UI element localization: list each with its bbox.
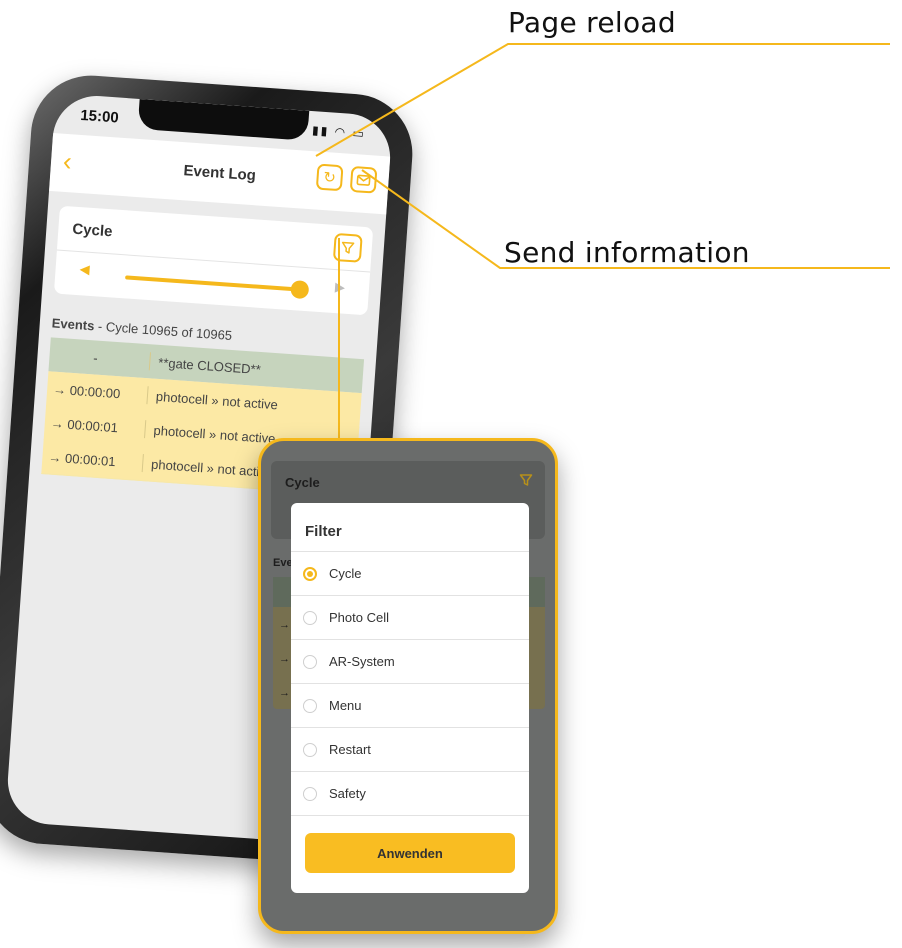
filter-option-label: Cycle (329, 566, 362, 581)
apply-button[interactable]: Anwenden (305, 833, 515, 873)
radio-icon[interactable] (303, 786, 317, 801)
filter-option-restart[interactable]: Restart (291, 728, 529, 772)
radio-icon[interactable] (303, 610, 317, 625)
arrow-icon: → (279, 687, 290, 699)
filter-option-ar-system[interactable]: AR-System (291, 640, 529, 684)
page-reload-connector (315, 43, 890, 157)
filter-popup-panel: Cycle Eve → → → Filter Cycle Photo Cell … (258, 438, 558, 934)
filter-option-safety[interactable]: Safety (291, 772, 529, 816)
filter-option-cycle[interactable]: Cycle (291, 552, 529, 596)
radio-selected-icon[interactable] (303, 566, 317, 581)
radio-icon[interactable] (303, 742, 317, 757)
popup-cycle-title: Cycle (285, 475, 320, 490)
filter-option-label: AR-System (329, 654, 395, 669)
radio-icon[interactable] (303, 654, 317, 669)
radio-icon[interactable] (303, 698, 317, 713)
filter-option-label: Photo Cell (329, 610, 389, 625)
filter-option-menu[interactable]: Menu (291, 684, 529, 728)
popup-events-label: Eve (273, 557, 293, 569)
filter-option-label: Safety (329, 786, 366, 801)
filter-option-label: Restart (329, 742, 371, 757)
send-information-connector (361, 169, 890, 269)
filter-modal-title: Filter (305, 523, 342, 540)
filter-icon (519, 473, 533, 492)
filter-modal: Filter Cycle Photo Cell AR-System Menu R… (291, 503, 529, 893)
filter-option-photo-cell[interactable]: Photo Cell (291, 596, 529, 640)
popup-filter-glyph (519, 474, 533, 486)
arrow-icon: → (279, 619, 290, 631)
filter-option-label: Menu (329, 698, 362, 713)
arrow-icon: → (279, 653, 290, 665)
